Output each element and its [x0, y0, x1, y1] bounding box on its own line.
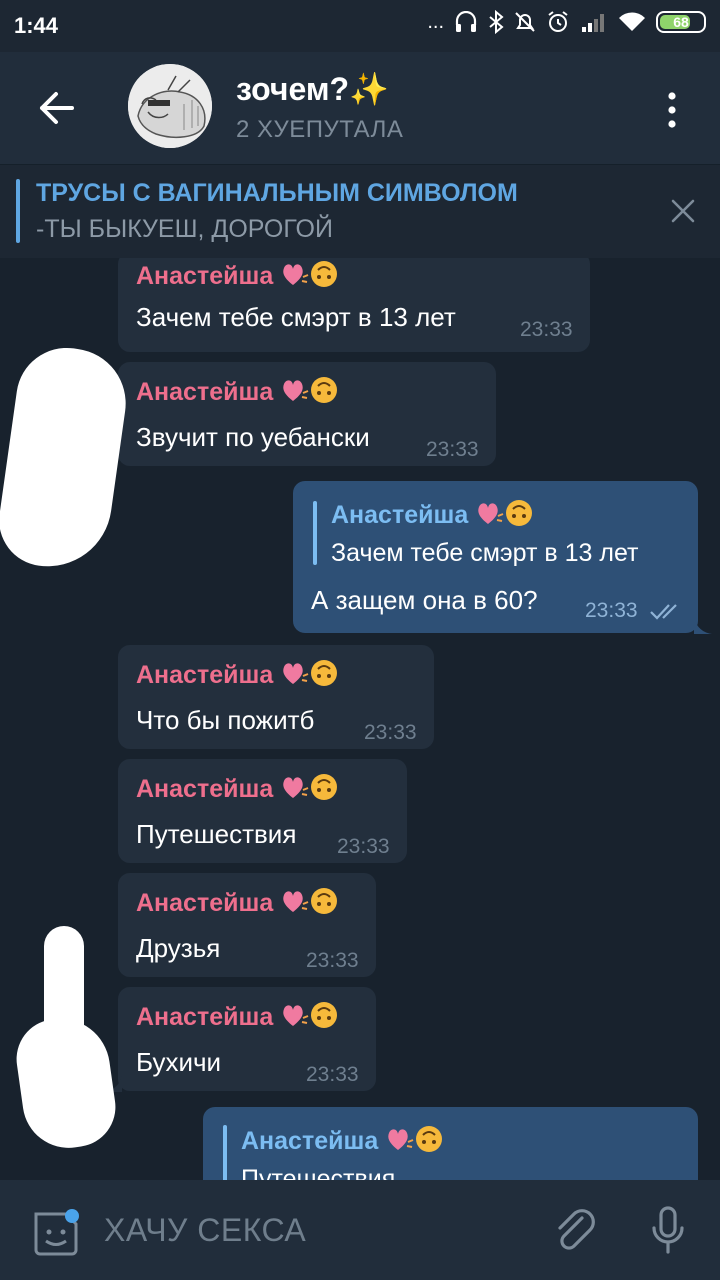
reply-sender-name: Анастейша — [331, 499, 533, 534]
message-input-bar: ХАЧУ СЕКСА — [0, 1180, 720, 1280]
upside-down-face-icon — [310, 260, 338, 295]
heart-emoji-icon — [280, 660, 310, 693]
message-input[interactable]: ХАЧУ СЕКСА — [104, 1212, 306, 1249]
outgoing-message-bubble[interactable]: Анастейша Путешествия — [203, 1107, 698, 1180]
microphone-icon[interactable] — [648, 1204, 688, 1258]
reply-accent-bar — [313, 501, 317, 565]
message-text: Зачем тебе смэрт в 13 лет — [136, 302, 456, 332]
close-icon[interactable] — [670, 198, 696, 224]
chat-title[interactable]: зочем?✨ — [236, 70, 389, 108]
more-notifications-icon: ... — [427, 10, 444, 33]
bell-off-icon — [515, 12, 535, 32]
message-bubble[interactable]: Анастейша Бухичи 23:33 — [118, 987, 376, 1091]
bluetooth-icon — [489, 10, 504, 34]
message-time: 23:33 — [520, 318, 573, 341]
status-icons: ... 68 — [427, 10, 706, 34]
pinned-accent-bar — [16, 179, 20, 243]
double-check-icon — [650, 604, 677, 620]
message-time: 23:33 — [364, 721, 417, 744]
message-bubble[interactable]: Анастейша Друзья 23:33 — [118, 873, 376, 977]
sender-name: Анастейша — [136, 659, 338, 694]
upside-down-face-icon — [310, 376, 338, 411]
upside-down-face-icon — [310, 773, 338, 808]
sender-name: Анастейша — [136, 260, 338, 295]
message-bubble[interactable]: Анастейша Зачем тебе смэрт в 13 лет 23:3… — [118, 258, 590, 352]
upside-down-face-icon — [310, 1001, 338, 1036]
reply-text: Зачем тебе смэрт в 13 лет — [331, 539, 639, 567]
chat-subtitle: 2 ХУЕПУТАЛА — [236, 116, 404, 143]
heart-emoji-icon — [280, 377, 310, 410]
reply-accent-bar — [223, 1125, 227, 1180]
heart-emoji-icon — [385, 1126, 415, 1159]
message-text: Друзья — [136, 933, 221, 963]
status-bar: 1:44 ... 68 — [0, 0, 720, 52]
message-bubble[interactable]: Анастейша Путешествия 23:33 — [118, 759, 407, 863]
back-arrow-icon[interactable] — [34, 88, 78, 128]
reply-sender-name: Анастейша — [241, 1125, 443, 1160]
upside-down-face-icon — [505, 499, 533, 534]
sender-name: Анастейша — [136, 376, 338, 411]
bubble-tail — [694, 618, 712, 634]
pinned-text: -ТЫ БЫКУЕШ, ДОРОГОЙ — [36, 215, 333, 243]
heart-emoji-icon — [280, 888, 310, 921]
heart-emoji-icon — [475, 500, 505, 533]
heart-emoji-icon — [280, 1002, 310, 1035]
message-time: 23:33 — [585, 599, 638, 622]
pinned-title: ТРУСЫ С ВАГИНАЛЬНЫМ СИМВОЛОМ — [36, 179, 518, 207]
reply-text: Путешествия — [241, 1165, 396, 1180]
sender-name: Анастейша — [136, 1001, 338, 1036]
message-bubble[interactable]: Анастейша Звучит по уебански 23:33 — [118, 362, 496, 466]
headphones-icon — [455, 11, 477, 32]
pinned-message[interactable]: ТРУСЫ С ВАГИНАЛЬНЫМ СИМВОЛОМ -ТЫ БЫКУЕШ,… — [0, 164, 720, 259]
status-time: 1:44 — [14, 13, 59, 38]
message-text: А защем она в 60? — [311, 585, 538, 615]
heart-emoji-icon — [280, 774, 310, 807]
upside-down-face-icon — [310, 887, 338, 922]
message-time: 23:33 — [306, 949, 359, 972]
message-bubble[interactable]: Анастейша Что бы пожитб 23:33 — [118, 645, 434, 749]
message-time: 23:33 — [337, 835, 390, 858]
message-text: Звучит по уебански — [136, 422, 370, 452]
heart-emoji-icon — [280, 261, 310, 294]
sender-name: Анастейша — [136, 773, 338, 808]
message-text: Путешествия — [136, 819, 297, 849]
message-time: 23:33 — [306, 1063, 359, 1086]
wifi-icon — [619, 12, 645, 31]
message-time: 23:33 — [426, 438, 479, 461]
censor-scribble — [11, 1012, 121, 1154]
upside-down-face-icon — [415, 1125, 443, 1160]
alarm-icon — [548, 11, 568, 32]
message-text: Что бы пожитб — [136, 705, 315, 735]
message-text: Бухичи — [136, 1047, 222, 1077]
outgoing-message-bubble[interactable]: Анастейша Зачем тебе смэрт в 13 лет А за… — [293, 481, 698, 633]
more-vertical-icon[interactable] — [664, 90, 680, 130]
message-list[interactable]: Анастейша Зачем тебе смэрт в 13 лет 23:3… — [0, 258, 720, 1180]
sender-name: Анастейша — [136, 887, 338, 922]
attach-icon[interactable] — [552, 1206, 600, 1258]
signal-icon — [582, 14, 604, 32]
chat-header: зочем?✨ 2 ХУЕПУТАЛА — [0, 52, 720, 164]
sticker-icon[interactable] — [30, 1208, 82, 1258]
chat-avatar[interactable] — [128, 64, 212, 148]
battery-icon: 68 — [656, 11, 706, 33]
censor-scribble — [0, 341, 133, 575]
upside-down-face-icon — [310, 659, 338, 694]
